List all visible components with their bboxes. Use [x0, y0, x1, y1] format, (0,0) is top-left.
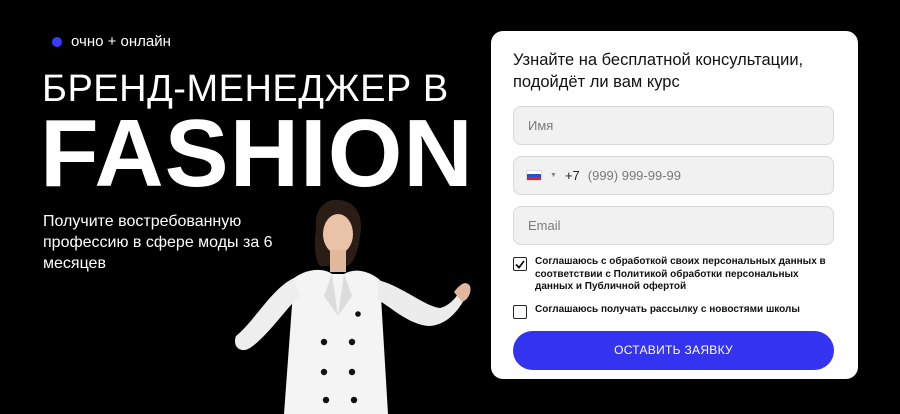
- name-input-placeholder: Имя: [528, 118, 554, 133]
- form-title: Узнайте на бесплатной консультации, подо…: [513, 51, 804, 91]
- russia-flag-icon[interactable]: [526, 170, 542, 181]
- checkmark-icon: [515, 259, 525, 269]
- hero-title-line2: FASHION: [40, 100, 474, 207]
- newsletter-row: Соглашаюсь получать рассылку с новостями…: [513, 304, 836, 319]
- consent-row: Соглашаюсь с обработкой своих персональн…: [513, 256, 836, 294]
- format-badge-label: очно + онлайн: [71, 33, 171, 50]
- consent-checkbox[interactable]: [513, 257, 527, 271]
- model-photo: [234, 199, 471, 414]
- email-input[interactable]: Email: [513, 206, 834, 245]
- phone-input[interactable]: ▼ +7 (999) 999-99-99: [513, 156, 834, 195]
- submit-button[interactable]: ОСТАВИТЬ ЗАЯВКУ: [513, 330, 834, 370]
- phone-input-placeholder: (999) 999-99-99: [587, 168, 681, 183]
- format-badge: очно + онлайн: [52, 33, 171, 50]
- email-input-placeholder: Email: [528, 218, 561, 233]
- dot-icon: [52, 36, 62, 47]
- consultation-form: Узнайте на бесплатной консультации, подо…: [491, 31, 858, 379]
- newsletter-checkbox[interactable]: [513, 304, 527, 319]
- phone-prefix: +7: [564, 168, 580, 183]
- name-input[interactable]: Имя: [513, 106, 834, 145]
- consent-label: Соглашаюсь с обработкой своих персональн…: [535, 256, 826, 292]
- newsletter-label: Соглашаюсь получать рассылку с новостями…: [535, 303, 800, 315]
- chevron-down-icon[interactable]: ▼: [550, 172, 557, 179]
